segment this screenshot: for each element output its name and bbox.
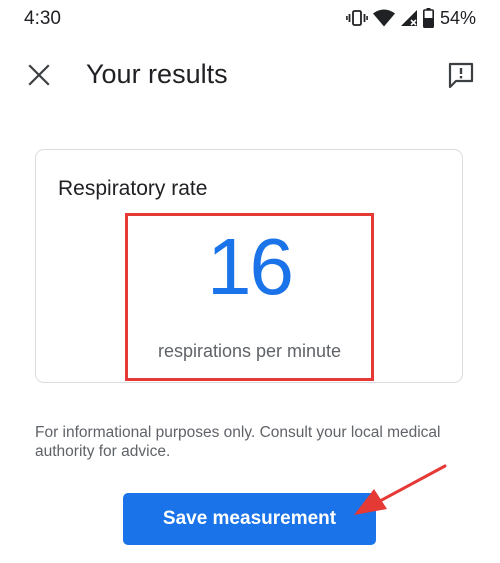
result-card: Respiratory rate 16 respirations per min…	[35, 149, 463, 383]
battery-icon	[422, 8, 434, 28]
respiratory-rate-value: 16	[207, 222, 294, 311]
page-title: Your results	[86, 59, 228, 89]
status-time: 4:30	[24, 8, 61, 29]
wifi-icon	[372, 9, 395, 27]
save-measurement-button[interactable]: Save measurement	[123, 493, 376, 545]
disclaimer-text: For informational purposes only. Consult…	[35, 424, 441, 460]
close-icon	[28, 63, 50, 91]
cell-signal-icon	[400, 9, 418, 27]
feedback-icon	[447, 61, 475, 94]
app-bar: Your results	[0, 50, 500, 102]
highlight-box: 16 respirations per minute	[125, 213, 374, 381]
battery-percent: 54%	[439, 7, 476, 28]
status-icons: 54%	[346, 6, 476, 30]
card-title: Respiratory rate	[58, 177, 208, 200]
vibrate-icon	[346, 9, 368, 27]
respiratory-rate-unit: respirations per minute	[157, 341, 342, 361]
status-bar: 4:30 54%	[0, 0, 500, 36]
feedback-button[interactable]	[444, 60, 478, 94]
close-button[interactable]	[22, 60, 56, 94]
